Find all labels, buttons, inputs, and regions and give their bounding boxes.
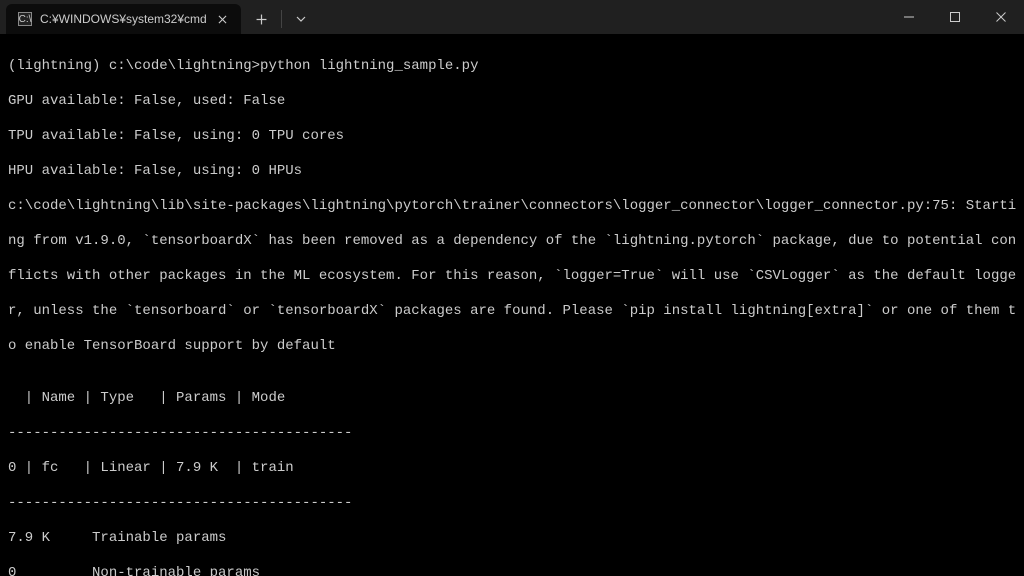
output-line: flicts with other packages in the ML eco…	[8, 268, 1016, 286]
close-window-button[interactable]	[978, 0, 1024, 34]
output-line: c:\code\lightning\lib\site-packages\ligh…	[8, 198, 1016, 216]
window-controls	[886, 0, 1024, 34]
output-line: ----------------------------------------…	[8, 425, 1016, 443]
divider	[281, 10, 282, 28]
tab-close-button[interactable]	[215, 11, 231, 27]
output-line: (lightning) c:\code\lightning>python lig…	[8, 58, 1016, 76]
titlebar-drag-region[interactable]	[316, 0, 886, 34]
tab-actions	[247, 4, 316, 34]
output-line: HPU available: False, using: 0 HPUs	[8, 163, 1016, 181]
output-line: | Name | Type | Params | Mode	[8, 390, 1016, 408]
output-line: o enable TensorBoard support by default	[8, 338, 1016, 356]
window-titlebar: C:\ C:¥WINDOWS¥system32¥cmd	[0, 0, 1024, 34]
output-line: ng from v1.9.0, `tensorboardX` has been …	[8, 233, 1016, 251]
maximize-icon	[950, 12, 960, 22]
chevron-down-icon	[296, 16, 306, 22]
close-icon	[996, 12, 1006, 22]
output-line: 7.9 K Trainable params	[8, 530, 1016, 548]
close-icon	[218, 15, 227, 24]
minimize-button[interactable]	[886, 0, 932, 34]
maximize-button[interactable]	[932, 0, 978, 34]
new-tab-button[interactable]	[247, 4, 277, 34]
output-line: r, unless the `tensorboard` or `tensorbo…	[8, 303, 1016, 321]
output-line: 0 Non-trainable params	[8, 565, 1016, 576]
output-line: TPU available: False, using: 0 TPU cores	[8, 128, 1016, 146]
tab-title: C:¥WINDOWS¥system32¥cmd	[40, 12, 207, 26]
output-line: 0 | fc | Linear | 7.9 K | train	[8, 460, 1016, 478]
plus-icon	[256, 14, 267, 25]
terminal-tab[interactable]: C:\ C:¥WINDOWS¥system32¥cmd	[6, 4, 241, 34]
output-line: ----------------------------------------…	[8, 495, 1016, 513]
minimize-icon	[904, 12, 914, 22]
output-line: GPU available: False, used: False	[8, 93, 1016, 111]
terminal-output[interactable]: (lightning) c:\code\lightning>python lig…	[0, 34, 1024, 576]
cmd-icon: C:\	[18, 12, 32, 26]
tab-dropdown-button[interactable]	[286, 4, 316, 34]
